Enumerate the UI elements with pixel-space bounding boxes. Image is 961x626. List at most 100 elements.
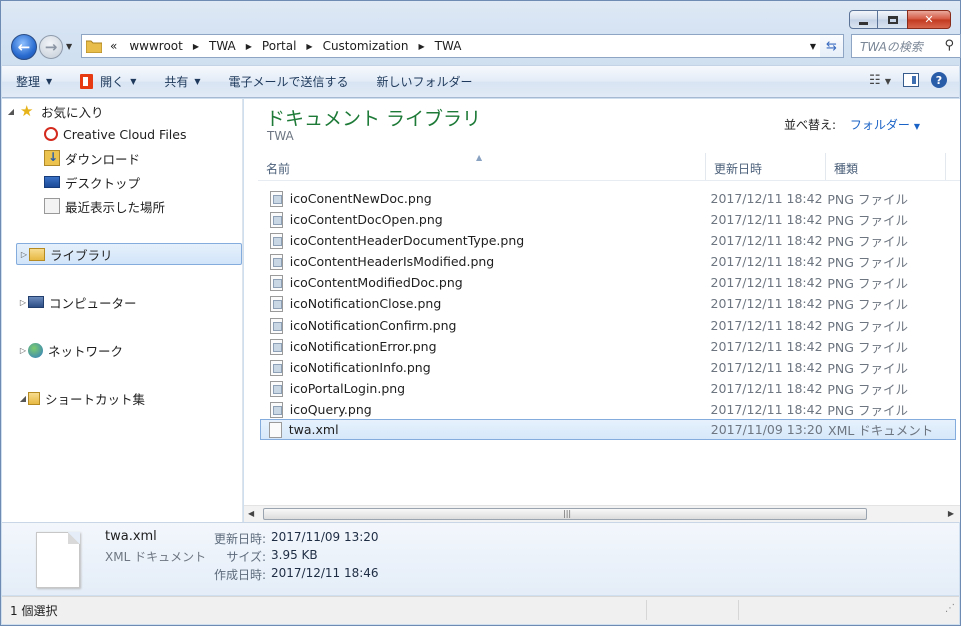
chevron-down-icon[interactable]: ▼ — [914, 122, 920, 131]
collapsed-triangle-icon[interactable]: ▷ — [16, 346, 28, 355]
close-icon: ✕ — [924, 13, 934, 26]
collapsed-triangle-icon[interactable]: ▷ — [16, 298, 28, 307]
chevron-right-icon[interactable]: ▶ — [302, 42, 316, 51]
file-name: icoPortalLogin.png — [289, 381, 406, 396]
back-button[interactable]: ← — [11, 34, 37, 60]
column-header-name[interactable]: ▲ 名前 — [258, 153, 706, 180]
open-button[interactable]: 開く ▼ — [80, 73, 136, 90]
file-row[interactable]: icoQuery.png 2017/12/11 18:42 PNG ファイル — [262, 399, 954, 420]
file-row[interactable]: icoNotificationConfirm.png 2017/12/11 18:… — [262, 315, 954, 336]
column-label: 種類 — [834, 162, 859, 176]
address-bar[interactable]: « wwwroot ▶ TWA ▶ Portal ▶ Customization ▶ T… — [81, 34, 821, 58]
address-overflow-chevron[interactable]: « — [108, 39, 123, 53]
resize-grip-icon[interactable]: ⋰ — [945, 603, 955, 614]
nav-creative-cloud[interactable]: Creative Cloud Files — [42, 123, 187, 145]
folder-icon — [86, 40, 102, 53]
close-button[interactable]: ✕ — [907, 10, 951, 29]
png-file-icon — [270, 295, 283, 312]
file-date: 2017/11/09 13:20 — [710, 422, 823, 437]
nav-recent-places[interactable]: 最近表示した場所 — [44, 195, 165, 217]
nav-desktop[interactable]: デスクトップ — [44, 171, 140, 193]
file-thumbnail — [36, 532, 80, 588]
star-icon: ★ — [20, 102, 34, 120]
new-folder-button[interactable]: 新しいフォルダー — [377, 73, 473, 90]
modified-value[interactable]: 2017/11/09 13:20 — [271, 530, 379, 544]
horizontal-scrollbar[interactable]: ◀ ||| ▶ — [244, 505, 960, 522]
expanded-triangle-icon[interactable]: ◢ — [16, 394, 28, 403]
chevron-right-icon[interactable]: ▶ — [189, 42, 203, 51]
search-icon[interactable]: ⚲ — [944, 38, 954, 53]
chevron-right-icon[interactable]: ▶ — [242, 42, 256, 51]
search-placeholder: TWAの検索 — [860, 39, 923, 54]
nav-label: コンピューター — [49, 295, 137, 311]
breadcrumb-label: TWA — [209, 39, 236, 53]
organize-button[interactable]: 整理 ▼ — [16, 73, 52, 90]
breadcrumb-twa[interactable]: TWA ▶ — [203, 39, 256, 53]
file-type: XML ドキュメント — [828, 423, 934, 438]
nav-network[interactable]: ▷ ネットワーク — [16, 339, 123, 361]
status-separator — [738, 600, 739, 620]
address-dropdown-icon[interactable]: ▼ — [810, 42, 816, 51]
file-name: icoNotificationClose.png — [289, 296, 442, 311]
file-row[interactable]: icoContentHeaderDocumentType.png 2017/12/… — [262, 230, 954, 251]
file-row[interactable]: icoContentModifiedDoc.png 2017/12/11 18:4… — [262, 272, 954, 293]
creative-cloud-icon — [44, 127, 58, 141]
maximize-button[interactable] — [877, 10, 908, 29]
column-header-type[interactable]: 種類 — [826, 153, 946, 180]
column-label: 名前 — [266, 162, 291, 176]
nav-favorites[interactable]: ◢ ★ お気に入り — [8, 100, 104, 122]
png-file-icon — [270, 401, 283, 418]
png-file-icon — [270, 380, 283, 397]
file-row[interactable]: icoNotificationClose.png 2017/12/11 18:42… — [262, 293, 954, 314]
file-row[interactable]: icoNotificationError.png 2017/12/11 18:42… — [262, 336, 954, 357]
breadcrumb-customization[interactable]: Customization ▶ — [317, 39, 429, 53]
arrange-by-dropdown[interactable]: フォルダー — [850, 118, 910, 132]
file-row[interactable]: icoContentDocOpen.png 2017/12/11 18:42 PNG… — [262, 209, 954, 230]
file-row[interactable]: icoNotificationInfo.png 2017/12/11 18:42 P… — [262, 357, 954, 378]
png-file-icon — [270, 317, 283, 334]
preview-pane-icon[interactable] — [903, 73, 919, 87]
breadcrumb-wwwroot[interactable]: wwwroot ▶ — [123, 39, 203, 53]
status-bar: 1 個選択 ⋰ — [2, 596, 959, 624]
collapsed-triangle-icon[interactable]: ▷ — [17, 250, 29, 259]
search-input[interactable]: TWAの検索 ⚲ — [851, 34, 961, 58]
scroll-right-icon[interactable]: ▶ — [948, 509, 954, 518]
expanded-triangle-icon[interactable]: ◢ — [4, 107, 16, 116]
organize-label: 整理 — [16, 75, 41, 89]
file-row[interactable]: icoConentNewDoc.png 2017/12/11 18:42 PNG フ… — [262, 188, 954, 209]
breadcrumb-twa-current[interactable]: TWA — [429, 39, 468, 53]
nav-label: Creative Cloud Files — [63, 126, 187, 142]
scroll-left-icon[interactable]: ◀ — [248, 509, 254, 518]
refresh-button[interactable]: ⇆ — [820, 34, 844, 58]
created-value[interactable]: 2017/12/11 18:46 — [271, 566, 379, 580]
refresh-icon: ⇆ — [826, 38, 837, 54]
breadcrumb-portal[interactable]: Portal ▶ — [256, 39, 317, 53]
file-name: icoContentHeaderIsModified.png — [289, 254, 495, 269]
help-icon[interactable]: ? — [931, 72, 947, 88]
png-file-icon — [270, 190, 283, 207]
share-button[interactable]: 共有 ▼ — [164, 73, 200, 90]
column-header-date[interactable]: 更新日時 — [706, 153, 826, 180]
file-row-selected[interactable]: twa.xml 2017/11/09 13:20 XML ドキュメント — [260, 419, 956, 440]
file-name: icoNotificationError.png — [289, 339, 437, 354]
nav-libraries[interactable]: ▷ ライブラリ — [16, 243, 242, 265]
email-button[interactable]: 電子メールで送信する — [229, 73, 349, 90]
file-date: 2017/12/11 18:42 — [710, 191, 823, 206]
nav-downloads[interactable]: ダウンロード — [44, 147, 140, 169]
change-view-icon[interactable]: ☷ ▼ — [869, 73, 891, 88]
forward-button[interactable]: → — [39, 35, 63, 59]
file-name: icoContentDocOpen.png — [289, 212, 443, 227]
file-row[interactable]: icoContentHeaderIsModified.png 2017/12/11… — [262, 251, 954, 272]
nav-shortcuts[interactable]: ◢ ショートカット集 — [16, 387, 145, 409]
library-icon — [29, 247, 45, 261]
file-row[interactable]: icoPortalLogin.png 2017/12/11 18:42 PNG ファ… — [262, 378, 954, 399]
minimize-button[interactable] — [849, 10, 878, 29]
recent-pages-dropdown[interactable]: ▼ — [66, 42, 72, 51]
png-file-icon — [270, 338, 283, 355]
chevron-right-icon[interactable]: ▶ — [415, 42, 429, 51]
breadcrumb-label: wwwroot — [129, 39, 183, 53]
scrollbar-thumb[interactable]: ||| — [263, 508, 867, 520]
nav-computer[interactable]: ▷ コンピューター — [16, 291, 137, 313]
png-file-icon — [270, 253, 283, 270]
chevron-down-icon[interactable]: ▼ — [885, 77, 891, 86]
